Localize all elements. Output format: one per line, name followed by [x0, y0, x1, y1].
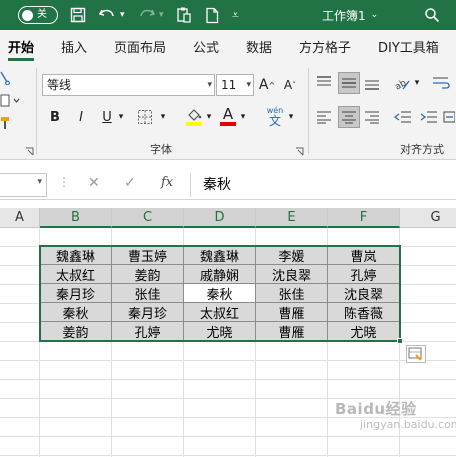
redo-icon[interactable]: [138, 0, 156, 30]
border-button[interactable]: [134, 106, 156, 128]
underline-dropdown-icon[interactable]: ▾: [116, 106, 126, 128]
column-header-a[interactable]: A: [0, 208, 40, 228]
tab-fangfang[interactable]: 方方格子: [299, 37, 351, 56]
grow-font-label: A: [258, 77, 269, 93]
quick-analysis-icon[interactable]: [406, 345, 426, 363]
align-right-icon[interactable]: [362, 106, 382, 128]
tab-home[interactable]: 开始: [8, 37, 34, 56]
cancel-icon[interactable]: ✕: [88, 175, 100, 191]
enter-check-icon[interactable]: ✓: [124, 175, 136, 191]
align-top-icon[interactable]: [314, 72, 334, 94]
gridline: [0, 436, 456, 437]
undo-dropdown-icon[interactable]: ▾: [120, 0, 125, 30]
font-name-dropdown-icon[interactable]: ▾: [207, 75, 212, 95]
merge-center-icon[interactable]: [442, 106, 456, 128]
grow-font-caret-icon: ^: [268, 80, 276, 90]
name-box[interactable]: ▾: [0, 173, 47, 197]
bold-button[interactable]: B: [46, 106, 64, 128]
customize-toolbar-icon[interactable]: ⩡: [232, 0, 239, 30]
tab-formulas[interactable]: 公式: [193, 37, 219, 56]
watermark-subtext: jingyan.baidu.com: [360, 418, 456, 431]
shrink-font-caret-icon: ˇ: [292, 80, 297, 90]
grow-font-button[interactable]: A ^: [258, 74, 276, 96]
fill-color-button[interactable]: [184, 104, 204, 128]
decrease-indent-icon[interactable]: [392, 106, 414, 128]
font-size-dropdown-icon[interactable]: ▾: [246, 75, 251, 95]
font-dialog-launcher-icon[interactable]: [294, 146, 304, 156]
name-box-dropdown-icon[interactable]: ▾: [37, 177, 42, 187]
new-document-icon[interactable]: [205, 0, 219, 30]
orientation-icon[interactable]: ab: [392, 72, 412, 94]
font-group-label: 字体: [150, 143, 172, 156]
font-color-dropdown-icon[interactable]: ▾: [238, 106, 248, 128]
shrink-font-button[interactable]: Aˇ: [281, 74, 299, 96]
shrink-font-label: A: [283, 78, 293, 92]
gridline: [0, 455, 456, 456]
column-header-f[interactable]: F: [328, 208, 400, 228]
font-size-combo[interactable]: 11 ▾: [216, 74, 254, 96]
wrap-text-icon[interactable]: [430, 72, 452, 94]
align-left-icon[interactable]: [314, 106, 334, 128]
column-header-d[interactable]: D: [184, 208, 256, 228]
fill-color-dropdown-icon[interactable]: ▾: [204, 106, 214, 128]
column-header-c[interactable]: C: [112, 208, 184, 228]
ribbon-separator: [36, 68, 37, 154]
ribbon-tabs: 开始 插入 页面布局 公式 数据 方方格子 DIY工具箱: [0, 30, 456, 62]
italic-button[interactable]: I: [72, 106, 90, 128]
alignment-group-label: 对齐方式: [400, 143, 444, 156]
increase-indent-icon[interactable]: [418, 106, 440, 128]
phonetic-glyph-icon: 文: [268, 113, 281, 128]
align-center-icon[interactable]: [338, 106, 360, 128]
formula-bar-grip-icon: ⋮: [58, 175, 70, 189]
column-header-g[interactable]: G: [400, 208, 456, 228]
font-name-combo[interactable]: 等线 ▾: [42, 74, 215, 96]
tab-diy-toolbox[interactable]: DIY工具箱: [378, 37, 439, 56]
autosave-toggle[interactable]: 关: [18, 6, 58, 24]
cut-icon[interactable]: [0, 70, 10, 86]
insert-function-icon[interactable]: fx: [161, 175, 173, 190]
font-color-button[interactable]: A: [218, 104, 238, 128]
workbook-title: 工作簿1 ⌄: [322, 8, 379, 23]
font-color-label: A: [222, 105, 234, 123]
underline-button[interactable]: U: [98, 106, 116, 128]
clipboard-dialog-launcher-icon[interactable]: [24, 146, 34, 156]
column-header-b[interactable]: B: [40, 208, 112, 228]
search-icon[interactable]: [424, 0, 440, 30]
phonetic-guide-button[interactable]: wén 文: [264, 104, 286, 128]
title-bar: 关 ▾ ▾ ⩡ 工作簿1 ⌄: [0, 0, 456, 30]
toggle-knob: [22, 9, 33, 21]
watermark-text: Baidu经验: [335, 400, 417, 418]
tab-data[interactable]: 数据: [246, 37, 272, 56]
selection-range-border: [39, 245, 401, 342]
border-dropdown-icon[interactable]: ▾: [158, 106, 168, 128]
save-icon[interactable]: [70, 0, 86, 30]
align-middle-icon[interactable]: [338, 72, 360, 94]
align-bottom-icon[interactable]: [362, 72, 382, 94]
redo-dropdown-icon[interactable]: ▾: [159, 0, 164, 30]
gridline: [0, 379, 456, 380]
orientation-dropdown-icon[interactable]: ▾: [412, 72, 422, 94]
column-header-e[interactable]: E: [256, 208, 328, 228]
autosave-state: 关: [37, 9, 47, 20]
formula-input[interactable]: 秦秋: [190, 173, 456, 197]
tab-page-layout[interactable]: 页面布局: [114, 37, 166, 56]
font-name-value: 等线: [47, 78, 72, 92]
font-size-value: 11: [221, 78, 237, 92]
fill-handle[interactable]: [397, 338, 403, 344]
clipboard-paste-icon[interactable]: [176, 0, 192, 30]
tab-insert[interactable]: 插入: [61, 37, 87, 56]
gridline: [0, 360, 456, 361]
phonetic-dropdown-icon[interactable]: ▾: [286, 106, 296, 128]
active-tab-indicator: [8, 58, 34, 61]
formula-bar: ▾ ⋮ ✕ ✓ fx 秦秋: [0, 170, 456, 200]
ribbon: 等线 ▾ 11 ▾ A ^ Aˇ B I U ▾ ▾ ▾ A ▾ wén 文 ▾ …: [0, 62, 456, 160]
copy-icon[interactable]: [0, 92, 22, 110]
format-painter-icon[interactable]: [0, 114, 12, 132]
title-chevron-icon[interactable]: ⌄: [371, 10, 379, 20]
undo-icon[interactable]: [98, 0, 116, 30]
ribbon-separator: [308, 68, 309, 154]
font-color-swatch: [220, 122, 236, 126]
